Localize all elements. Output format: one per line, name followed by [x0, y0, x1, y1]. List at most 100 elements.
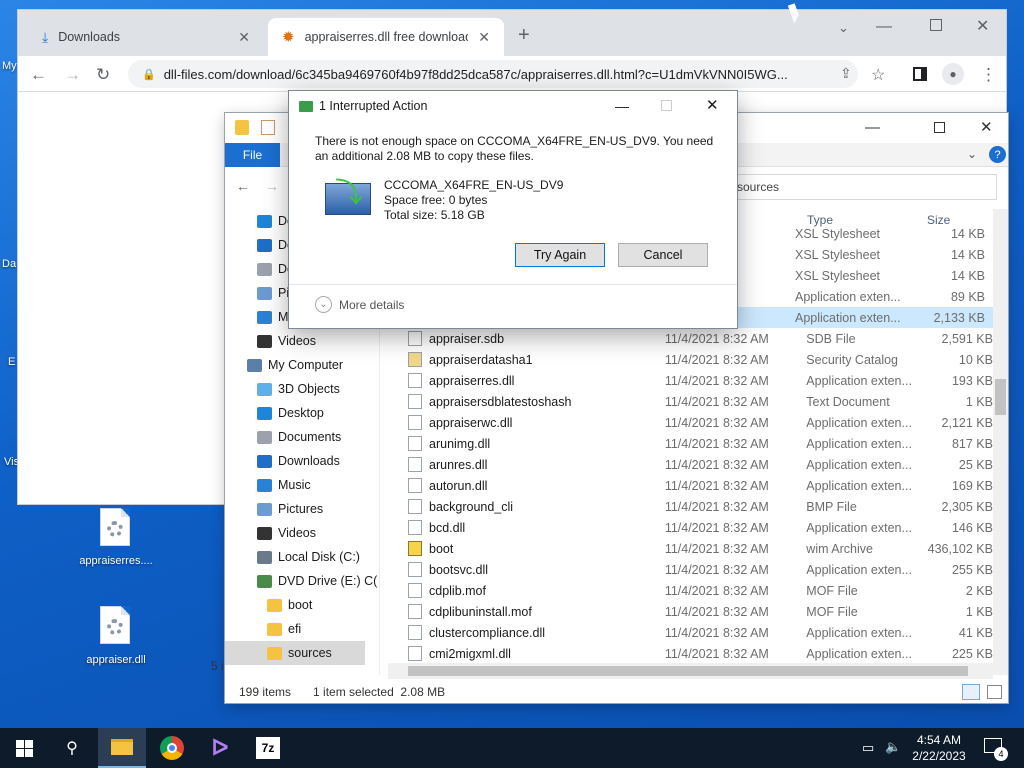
videos-icon	[257, 526, 272, 540]
more-details-link[interactable]: More details	[339, 298, 404, 312]
table-row[interactable]: bootsvc.dll 11/4/2021 8:32 AM Application …	[393, 559, 993, 580]
tree-item[interactable]: Desktop	[257, 401, 324, 425]
tree-item[interactable]: Documents	[257, 425, 341, 449]
close-icon[interactable]: ✕	[478, 29, 490, 46]
side-panel-icon[interactable]	[913, 67, 927, 81]
reload-icon[interactable]: ↻	[96, 65, 110, 85]
new-tab-button[interactable]: +	[518, 24, 530, 47]
horizontal-scrollbar[interactable]	[388, 663, 993, 679]
visual-studio-icon[interactable]: ᐅ	[196, 728, 244, 768]
tree-item-label: Music	[278, 478, 311, 492]
vertical-scrollbar[interactable]	[993, 209, 1008, 675]
dialog-title: 1 Interrupted Action	[319, 99, 428, 113]
network-icon[interactable]: ▭	[862, 740, 874, 756]
table-row[interactable]: appraiser.sdb 11/4/2021 8:32 AM SDB File 2,…	[393, 328, 993, 349]
tree-item[interactable]: Pi	[257, 281, 289, 305]
row-size: 817 KB	[951, 436, 993, 451]
system-clock[interactable]: 4:54 AM 2/22/2023	[906, 732, 972, 764]
row-date: 11/4/2021 8:32 AM	[664, 604, 769, 619]
table-row[interactable]: arunimg.dll 11/4/2021 8:32 AM Application …	[393, 433, 993, 454]
file-tab[interactable]: File	[225, 143, 280, 167]
desktop-icon-label: appraiser.dll	[86, 654, 146, 666]
close-window-icon[interactable]: ✕	[980, 118, 993, 136]
tab-downloads[interactable]: ⤓ Downloads ✕	[28, 18, 264, 56]
chevron-down-icon[interactable]: ⌄	[967, 147, 977, 161]
row-name: cdplibuninstall.mof	[429, 604, 532, 619]
menu-icon[interactable]: ⋮	[980, 65, 997, 85]
tree-item[interactable]: Music	[257, 473, 311, 497]
row-date: 11/4/2021 8:32 AM	[664, 478, 769, 493]
help-icon[interactable]: ?	[989, 146, 1006, 163]
table-row[interactable]: boot 11/4/2021 8:32 AM wim Archive 436,102 …	[393, 538, 993, 559]
row-size: 193 KB	[951, 373, 993, 388]
table-row[interactable]: arunres.dll 11/4/2021 8:32 AM Application …	[393, 454, 993, 475]
minimize-icon[interactable]: —	[615, 98, 629, 114]
try-again-button[interactable]: Try Again	[515, 243, 605, 267]
scrollbar-thumb[interactable]	[995, 379, 1006, 415]
tree-item[interactable]: My Computer	[247, 353, 343, 377]
maximize-icon[interactable]	[934, 122, 945, 133]
details-view-icon[interactable]	[962, 684, 980, 700]
table-row[interactable]: cdplib.mof 11/4/2021 8:32 AM MOF File 2 KB	[393, 580, 993, 601]
volume-icon[interactable]: 🔈	[885, 739, 901, 755]
minimize-icon[interactable]: —	[876, 18, 892, 36]
table-row[interactable]: cdplibuninstall.mof 11/4/2021 8:32 AM MOF …	[393, 601, 993, 622]
properties-icon[interactable]	[261, 120, 275, 135]
back-icon[interactable]: ←	[236, 178, 250, 194]
table-row[interactable]: cmi2migxml.dll 11/4/2021 8:32 AM Applicati…	[393, 643, 993, 663]
desktop-icon-appraiserres[interactable]	[100, 508, 130, 546]
table-row[interactable]: background_cli 11/4/2021 8:32 AM BMP File 2…	[393, 496, 993, 517]
tree-item[interactable]: Videos	[257, 521, 316, 545]
tree-item[interactable]: Downloads	[257, 449, 340, 473]
row-name: cmi2migxml.dll	[429, 646, 511, 661]
desktop-icon-appraiser[interactable]	[100, 606, 130, 644]
tab-search-icon[interactable]: ⌄	[838, 20, 849, 36]
forward-icon[interactable]: →	[64, 65, 81, 85]
tree-item[interactable]: Pictures	[257, 497, 323, 521]
tree-item[interactable]: Videos	[257, 329, 316, 353]
maximize-icon[interactable]	[930, 19, 942, 31]
dll-files-icon: ✹	[282, 29, 295, 46]
chevron-down-icon[interactable]: ⌄	[315, 296, 332, 313]
tree-item[interactable]: 3D Objects	[257, 377, 340, 401]
table-row[interactable]: bcd.dll 11/4/2021 8:32 AM Application exte…	[393, 517, 993, 538]
scrollbar-thumb[interactable]	[408, 666, 968, 676]
close-icon[interactable]: ✕	[238, 29, 250, 46]
taskbar-7zip[interactable]: 7z	[244, 728, 292, 768]
tree-item[interactable]: efi	[267, 617, 301, 641]
folder-icon	[267, 646, 282, 660]
downloads-icon	[257, 238, 272, 252]
table-row[interactable]: appraiserres.dll 11/4/2021 8:32 AM Applica…	[393, 370, 993, 391]
tab-strip: ⤓ Downloads ✕ ✹ appraiserres.dll free do…	[18, 10, 1006, 56]
tree-item[interactable]: boot	[267, 593, 312, 617]
bookmark-star-icon[interactable]: ☆	[871, 65, 885, 85]
taskbar-chrome[interactable]	[148, 728, 196, 768]
search-icon[interactable]: ⚲	[48, 728, 96, 768]
row-type: MOF File	[806, 604, 858, 619]
start-button[interactable]	[0, 728, 48, 768]
dialog-message: There is not enough space on CCCOMA_X64F…	[315, 134, 714, 163]
tree-item[interactable]: Local Disk (C:)	[257, 545, 360, 569]
address-bar[interactable]: 🔒 dll-files.com/download/6c345ba9469760f…	[128, 60, 858, 88]
table-row[interactable]: clustercompliance.dll 11/4/2021 8:32 AM Ap…	[393, 622, 993, 643]
tab-dll-files[interactable]: ✹ appraiserres.dll free download | D ✕	[268, 18, 504, 56]
share-icon[interactable]: ⇪	[840, 65, 852, 82]
taskbar-file-explorer[interactable]	[98, 728, 146, 768]
minimize-icon[interactable]: —	[865, 119, 880, 136]
table-row[interactable]: appraiserdatasha1 11/4/2021 8:32 AM Securi…	[393, 349, 993, 370]
close-window-icon[interactable]: ✕	[976, 16, 989, 36]
table-row[interactable]: appraisersdblatestoshash 11/4/2021 8:32 A…	[393, 391, 993, 412]
computer-icon	[247, 358, 262, 372]
table-row[interactable]: autorun.dll 11/4/2021 8:32 AM Application …	[393, 475, 993, 496]
close-window-icon[interactable]: ✕	[706, 96, 719, 114]
profile-icon[interactable]: ●	[942, 63, 964, 85]
large-icons-view-icon[interactable]	[987, 685, 1002, 699]
back-icon[interactable]: ←	[30, 65, 47, 85]
tree-item[interactable]: M	[257, 305, 288, 329]
cancel-button[interactable]: Cancel	[618, 243, 708, 267]
table-row[interactable]: appraiserwc.dll 11/4/2021 8:32 AM Applicat…	[393, 412, 993, 433]
forward-icon[interactable]: →	[265, 178, 279, 194]
tree-item[interactable]: sources	[225, 641, 365, 665]
search-input[interactable]: sources	[730, 174, 997, 200]
tree-item[interactable]: DVD Drive (E:) C(	[257, 569, 377, 593]
